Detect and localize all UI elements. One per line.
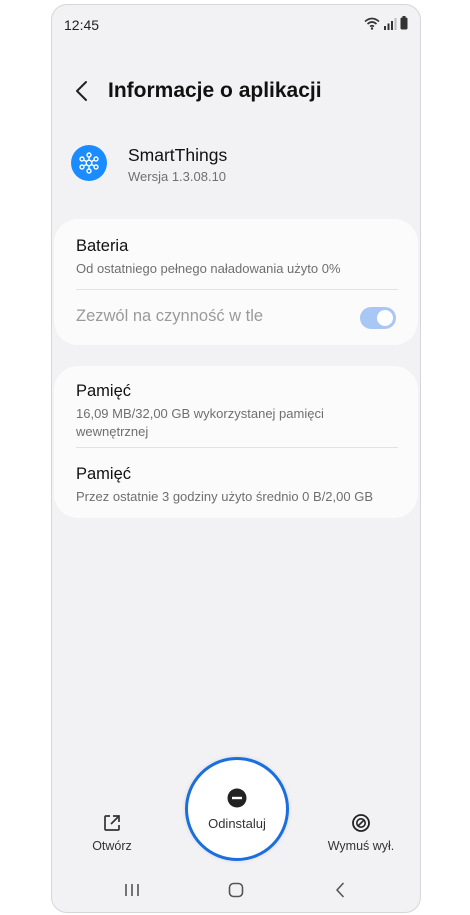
status-bar: 12:45 (52, 5, 420, 45)
battery-subtitle: Od ostatniego pełnego naładowania użyto … (76, 261, 341, 276)
smartthings-icon (71, 145, 107, 181)
force-stop-label: Wymuś wył. (327, 839, 395, 853)
recent-apps-icon (125, 884, 139, 896)
memory-card: Pamięć 16,09 MB/32,00 GB wykorzystanej p… (54, 366, 418, 518)
background-activity-toggle[interactable] (360, 307, 396, 329)
navigation-bar (52, 871, 420, 907)
uninstall-button[interactable]: Odinstaluj (185, 757, 289, 861)
memory-row[interactable]: Pamięć Przez ostatnie 3 godziny użyto śr… (76, 465, 398, 506)
battery-title: Bateria (76, 237, 129, 255)
memory-subtitle: Przez ostatnie 3 godziny użyto średnio 0… (76, 489, 374, 504)
nav-back-icon (336, 882, 344, 898)
toggle-knob (377, 310, 393, 326)
header: Informacje o aplikacji (52, 71, 420, 111)
uninstall-icon (227, 788, 247, 807)
phone-screen: 12:45 Informacje o aplikacji SmartThings… (51, 4, 421, 913)
divider (76, 289, 398, 290)
back-button[interactable] (70, 77, 96, 105)
wifi-icon (364, 17, 380, 30)
app-name: SmartThings (128, 145, 228, 165)
force-stop-icon (352, 814, 370, 832)
battery-icon (400, 16, 408, 30)
signal-icon (384, 18, 397, 30)
battery-card: Bateria Od ostatniego pełnego naładowani… (54, 219, 418, 345)
recent-apps-button[interactable] (117, 879, 147, 901)
open-icon (104, 815, 120, 831)
divider (76, 447, 398, 448)
open-label: Otwórz (92, 839, 132, 853)
home-button[interactable] (221, 879, 251, 901)
storage-row[interactable]: Pamięć 16,09 MB/32,00 GB wykorzystanej p… (76, 382, 398, 441)
storage-title: Pamięć (76, 382, 132, 400)
storage-subtitle: 16,09 MB/32,00 GB wykorzystanej pamięci … (76, 406, 324, 439)
force-stop-button[interactable]: Wymuś wył. (316, 813, 406, 853)
open-button[interactable]: Otwórz (82, 813, 142, 853)
app-info: SmartThings Wersja 1.3.08.10 (52, 141, 420, 193)
status-icons (364, 16, 408, 30)
background-activity-label: Zezwól na czynność w tle (76, 307, 264, 325)
back-icon (76, 81, 87, 101)
memory-title: Pamięć (76, 465, 132, 483)
uninstall-label: Odinstaluj (208, 815, 266, 831)
page-title: Informacje o aplikacji (108, 79, 322, 102)
home-icon (228, 882, 244, 898)
app-version: Wersja 1.3.08.10 (128, 169, 227, 184)
nav-back-button[interactable] (325, 879, 355, 901)
status-time: 12:45 (64, 17, 100, 33)
battery-row[interactable]: Bateria Od ostatniego pełnego naładowani… (76, 237, 398, 278)
